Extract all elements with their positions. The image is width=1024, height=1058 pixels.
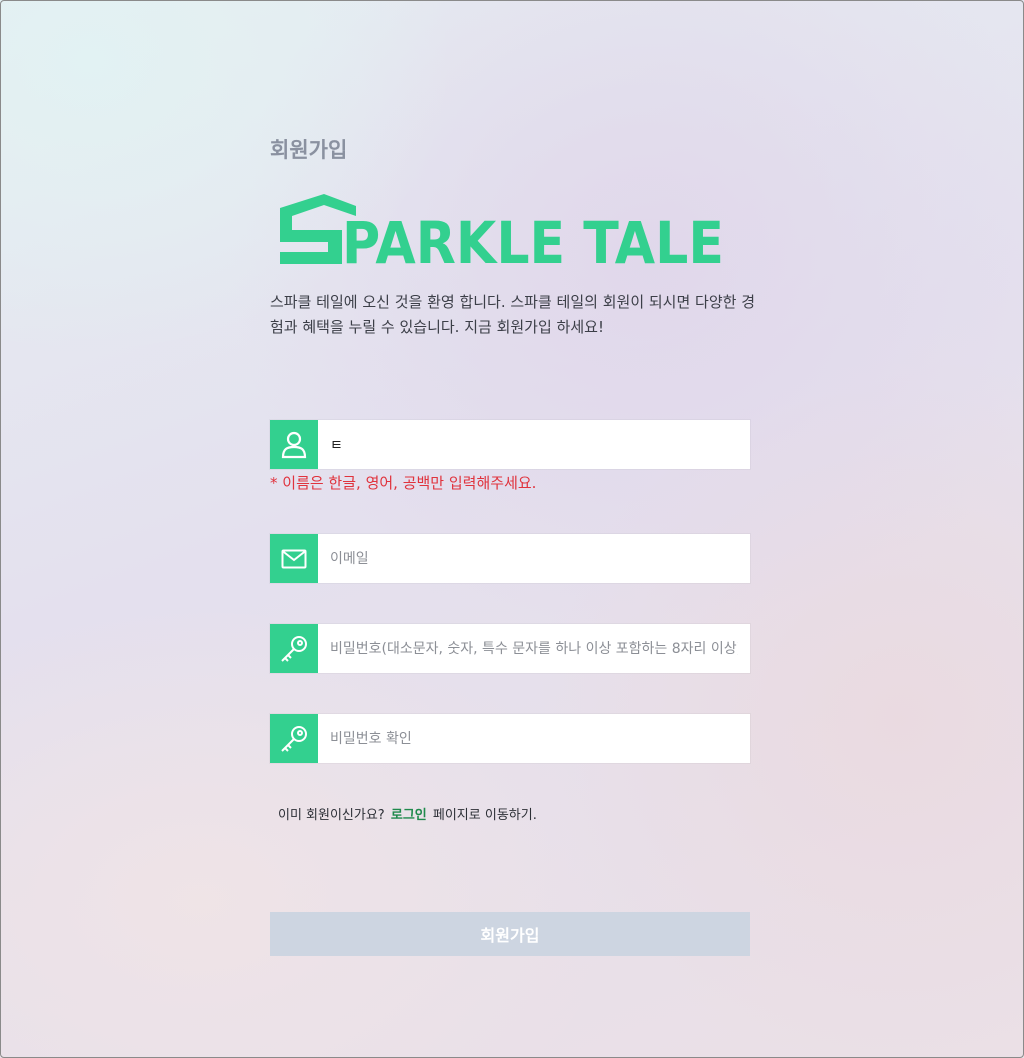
login-link[interactable]: 로그인 (391, 808, 427, 823)
user-icon (270, 420, 318, 469)
login-prompt: 이미 회원이신가요? 로그인 페이지로 이동하기. (278, 804, 537, 823)
page-title: 회원가입 (270, 138, 348, 162)
key-icon (270, 714, 318, 763)
login-prompt-after: 페이지로 이동하기. (432, 808, 537, 823)
sparkle-tale-logo: PARKLE TALE (280, 194, 724, 270)
password-confirm-input[interactable] (318, 714, 750, 763)
password-confirm-field (270, 714, 750, 763)
email-field (270, 534, 750, 583)
name-input[interactable] (318, 420, 750, 469)
svg-text:PARKLE TALE: PARKLE TALE (342, 209, 724, 270)
name-field (270, 420, 750, 469)
password-input[interactable] (318, 624, 750, 673)
password-field (270, 624, 750, 673)
background (0, 0, 1024, 1058)
key-icon (270, 624, 318, 673)
email-input[interactable] (318, 534, 750, 583)
mail-icon (270, 534, 318, 583)
login-prompt-before: 이미 회원이신가요? (278, 808, 385, 823)
signup-submit-button[interactable]: 회원가입 (270, 912, 750, 956)
intro-text: 스파클 테일에 오신 것을 환영 합니다. 스파클 테일의 회원이 되시면 다양… (270, 293, 756, 336)
name-error-message: * 이름은 한글, 영어, 공백만 입력해주세요. (270, 474, 537, 492)
